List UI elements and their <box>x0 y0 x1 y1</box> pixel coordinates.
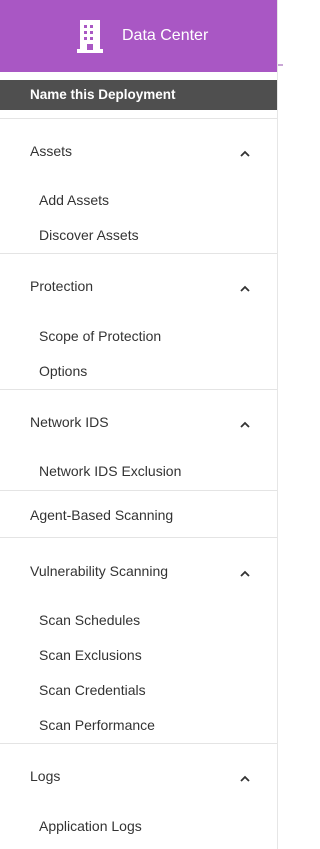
edge-accent <box>278 64 283 66</box>
section-agent-based-scanning[interactable]: Agent-Based Scanning <box>30 506 173 524</box>
nav-item-options[interactable]: Options <box>39 362 87 380</box>
sidebar-header[interactable]: Data Center <box>0 0 277 72</box>
nav-item-add-assets[interactable]: Add Assets <box>39 191 109 209</box>
section-logs-title[interactable]: Logs <box>30 767 60 785</box>
chevron-up-icon[interactable] <box>238 417 252 428</box>
section-vulnerability-scanning-title[interactable]: Vulnerability Scanning <box>30 562 168 580</box>
nav-item-network-ids-exclusion[interactable]: Network IDS Exclusion <box>39 462 181 480</box>
divider <box>0 490 277 491</box>
chevron-up-icon[interactable] <box>238 771 252 782</box>
section-network-ids-title[interactable]: Network IDS <box>30 413 109 431</box>
header-title: Data Center <box>122 27 209 44</box>
divider <box>0 743 277 744</box>
nav-item-discover-assets[interactable]: Discover Assets <box>39 226 139 244</box>
building-icon <box>73 17 107 53</box>
nav-item-scan-performance[interactable]: Scan Performance <box>39 716 155 734</box>
divider <box>0 537 277 538</box>
content-area-edge <box>278 0 283 849</box>
sidebar-nav: Data Center Name this Deployment Assets … <box>0 0 278 849</box>
nav-item-scan-credentials[interactable]: Scan Credentials <box>39 681 146 699</box>
nav-item-scan-schedules[interactable]: Scan Schedules <box>39 611 140 629</box>
nav-item-scan-exclusions[interactable]: Scan Exclusions <box>39 646 142 664</box>
chevron-up-icon[interactable] <box>238 146 252 157</box>
divider <box>0 118 277 119</box>
section-protection-title[interactable]: Protection <box>30 277 93 295</box>
nav-item-application-logs[interactable]: Application Logs <box>39 817 142 835</box>
divider <box>0 389 277 390</box>
name-deployment-button[interactable]: Name this Deployment <box>0 80 277 110</box>
divider <box>0 253 277 254</box>
chevron-up-icon[interactable] <box>238 281 252 292</box>
chevron-up-icon[interactable] <box>238 566 252 577</box>
section-assets-title[interactable]: Assets <box>30 142 72 160</box>
nav-item-scope-of-protection[interactable]: Scope of Protection <box>39 327 161 345</box>
